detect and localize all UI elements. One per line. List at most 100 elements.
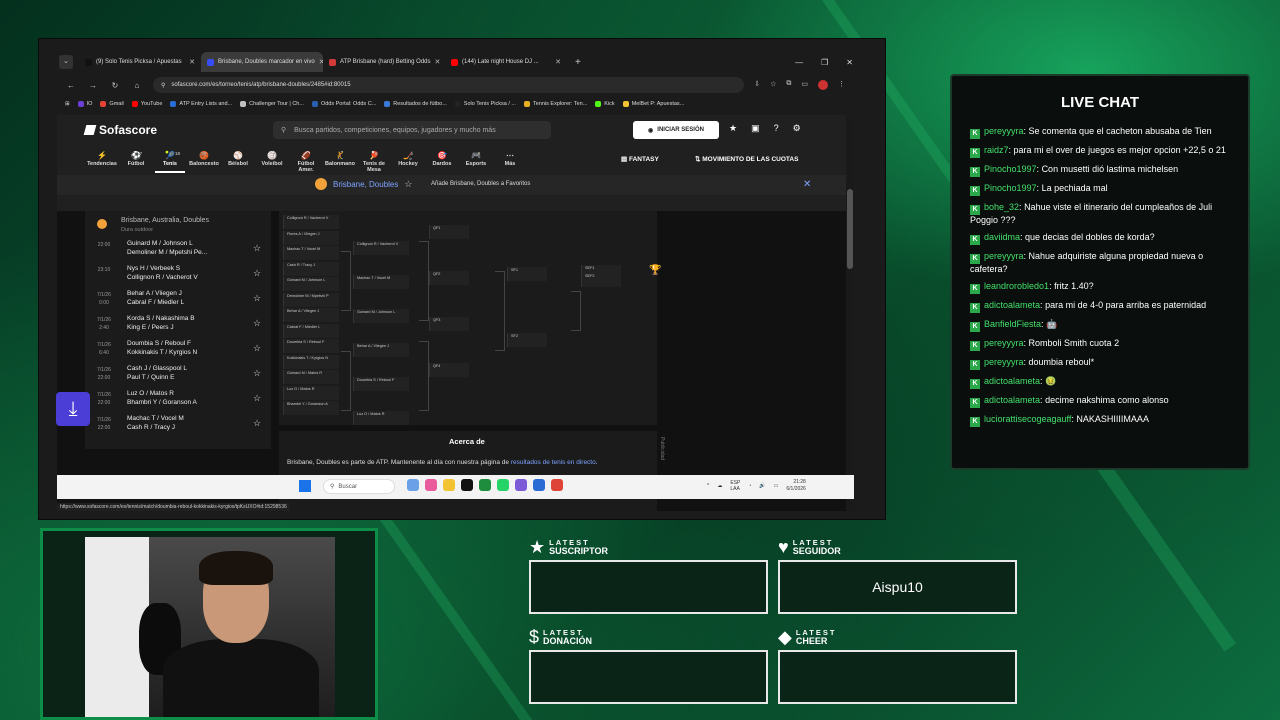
tab-search-dropdown[interactable]: ⌄ [59,55,73,69]
menu-icon[interactable]: ⋮ [838,80,845,90]
fantasy-link[interactable]: ▤ FANTASY [621,155,659,163]
bracket-slot[interactable]: Collignon R / Vacherot V [353,241,409,255]
chat-username[interactable]: daviidma [984,232,1020,242]
chat-username[interactable]: Pinocho1997 [984,164,1037,174]
bookmark-item[interactable]: Kick [595,101,615,107]
odds-movement-link[interactable]: ⇅ MOVIMIENTO DE LAS CUOTAS [695,155,798,163]
match-row[interactable]: 7/1/26 22:00 Luz O / Matos R Bhambri Y / Go… [85,387,271,412]
sport-tab[interactable]: ⋯ Más [495,151,525,173]
bracket-slot[interactable]: SF2 [507,333,547,347]
site-info-icon[interactable]: ⚲ [161,82,165,89]
bracket-slot[interactable]: Behar A / Vliegen J [283,308,339,322]
login-button[interactable]: ◉ INICIAR SESIÓN [633,121,719,139]
language-indicator[interactable]: ESP LAA [730,480,740,492]
chat-username[interactable]: pereyyyra [984,338,1024,348]
close-banner-icon[interactable]: ✕ [803,179,811,190]
bracket-slot[interactable]: Guinard M / Johnson L [283,277,339,291]
favorites-star-icon[interactable]: ★ [729,123,737,134]
cloud-icon[interactable]: ☁ [717,483,722,489]
chat-username[interactable]: adictoalameta [984,395,1040,405]
browser-tab[interactable]: (144) Late night House DJ ... ✕ [445,52,567,72]
download-icon[interactable]: ⤓ [56,392,90,426]
tournament-chip[interactable]: Brisbane, Doubles ☆ [315,178,412,190]
maximize-icon[interactable]: ❐ [821,58,828,67]
sport-tab[interactable]: 🏐 4 Voleibol [257,151,287,173]
sport-tab[interactable]: 🎯 Dardos [427,151,457,173]
bracket-slot[interactable]: Cabral F / Miedler L [283,323,339,338]
browser-tab[interactable]: Brisbane, Doubles marcador en vivo ✕ [201,52,323,72]
bracket-slot[interactable]: Guinard M / Matos R [283,370,339,384]
sport-tab[interactable]: 🏀 20 Baloncesto [189,151,219,173]
tab-close-icon[interactable]: ✕ [189,58,195,66]
bookmark-item[interactable]: MelBet P: Apuestas... [622,101,684,107]
bookmark-item[interactable]: IO [77,101,92,107]
match-row[interactable]: 7/1/26 6:40 Doumbia S / Reboul F Kokkinakis… [85,337,271,362]
bookmark-item[interactable]: Challenger Tour | Ch... [240,101,304,107]
sofascore-logo[interactable]: Sofascore [83,123,157,137]
bracket-slot[interactable]: QF2 [429,271,469,285]
page-scrollbar[interactable] [846,115,854,511]
app-icon[interactable] [533,479,545,491]
bracket-slot[interactable]: SEF2 [581,273,621,287]
match-row[interactable]: 23:10 Nys H / Verbeek S Collignon R / Vach… [85,262,271,287]
bracket-slot[interactable]: Cash R / Tracy J [283,261,339,276]
forward-icon[interactable]: → [87,81,99,90]
tv-icon[interactable]: ▣ [751,123,760,134]
bracket-slot[interactable]: Demoliner M / Mpetshi P [283,292,339,307]
teams-icon[interactable] [515,479,527,491]
bookmark-item[interactable]: Solo Tenis Picksa / ... [454,101,516,107]
favorite-star-icon[interactable]: ☆ [253,318,261,329]
match-row[interactable]: 7/1/26 0:00 Behar A / Vliegen J Cabral F / … [85,287,271,312]
sport-tab[interactable]: 🎾 18 Tenis [155,151,185,173]
home-icon[interactable]: ⌂ [131,81,143,90]
battery-icon[interactable]: ▭ [774,483,779,489]
sport-tab[interactable]: ⚾ Béisbol [223,151,253,173]
apps-icon[interactable]: ⊞ [65,101,70,107]
tab-close-icon[interactable]: ✕ [435,58,441,66]
sport-tab[interactable]: 🏈 Fútbol Amer. [291,151,321,173]
bracket-slot[interactable]: Flores A / Vliegen J [283,230,339,245]
match-row[interactable]: 7/1/26 22:00 Cash J / Glasspool L Paul T / … [85,362,271,387]
help-icon[interactable]: ? [774,123,779,134]
tab-close-icon[interactable]: ✕ [555,58,561,66]
favorite-star-icon[interactable]: ☆ [253,418,261,429]
scrollbar-thumb[interactable] [847,189,853,269]
copilot-icon[interactable] [425,479,437,491]
bracket-slot[interactable]: QF3 [429,317,469,331]
sport-tab[interactable]: 🤾 Balonmano [325,151,355,173]
sport-tab[interactable]: ⚽ 7 Fútbol [121,151,151,173]
bracket-slot[interactable]: Guinard M / Johnson L [353,309,409,323]
bracket-slot[interactable]: Doumbia S / Reboul F [283,339,339,353]
favorite-star-icon[interactable]: ☆ [253,268,261,279]
favorite-star-icon[interactable]: ☆ [253,293,261,304]
favorite-star-icon[interactable]: ☆ [253,393,261,404]
bracket-slot[interactable]: Collignon R / Vacherot V [283,215,339,229]
clock[interactable]: 21:28 6/1/2026 [786,479,805,493]
reload-icon[interactable]: ↻ [109,81,121,90]
bookmark-item[interactable]: Tennis Explorer: Ten... [523,101,587,107]
search-input[interactable]: ⚲ Busca partidos, competiciones, equipos… [273,121,551,139]
bracket-slot[interactable]: Machac T / Vocel M [283,246,339,260]
whatsapp-icon[interactable] [497,479,509,491]
chat-username[interactable]: leandrorobledo1 [984,281,1049,291]
bookmark-item[interactable]: Odds Portal: Odds C... [311,101,376,107]
sport-tab[interactable]: ⚡ Tendencias [87,151,117,173]
chat-username[interactable]: BanfieldFiesta [984,319,1041,329]
chat-username[interactable]: pereyyyra [984,251,1024,261]
chat-username[interactable]: raidz7 [984,145,1009,155]
widgets-icon[interactable] [407,479,419,491]
sport-tab[interactable]: 🏓 6 Tenis de Mesa [359,151,389,173]
tray-chevron-icon[interactable]: ^ [707,483,709,489]
volume-icon[interactable]: 🔊 [759,483,765,489]
extensions-icon[interactable]: ⧉ [786,80,791,90]
match-row[interactable]: 22:00 Guinard M / Johnson L Demoliner M / … [85,237,271,262]
windows-start-icon[interactable] [299,480,311,492]
profile-avatar[interactable] [818,80,828,90]
sport-tab[interactable]: 🎮 2 Esports [461,151,491,173]
excel-icon[interactable] [479,479,491,491]
browser-tab[interactable]: ATP Brisbane (hard) Betting Odds ✕ [323,52,445,72]
chat-username[interactable]: pereyyyra [984,357,1024,367]
wifi-icon[interactable]: ◔ [748,483,751,489]
bookmark-item[interactable]: Gmail [100,101,124,107]
chat-username[interactable]: Pinocho1997 [984,183,1037,193]
